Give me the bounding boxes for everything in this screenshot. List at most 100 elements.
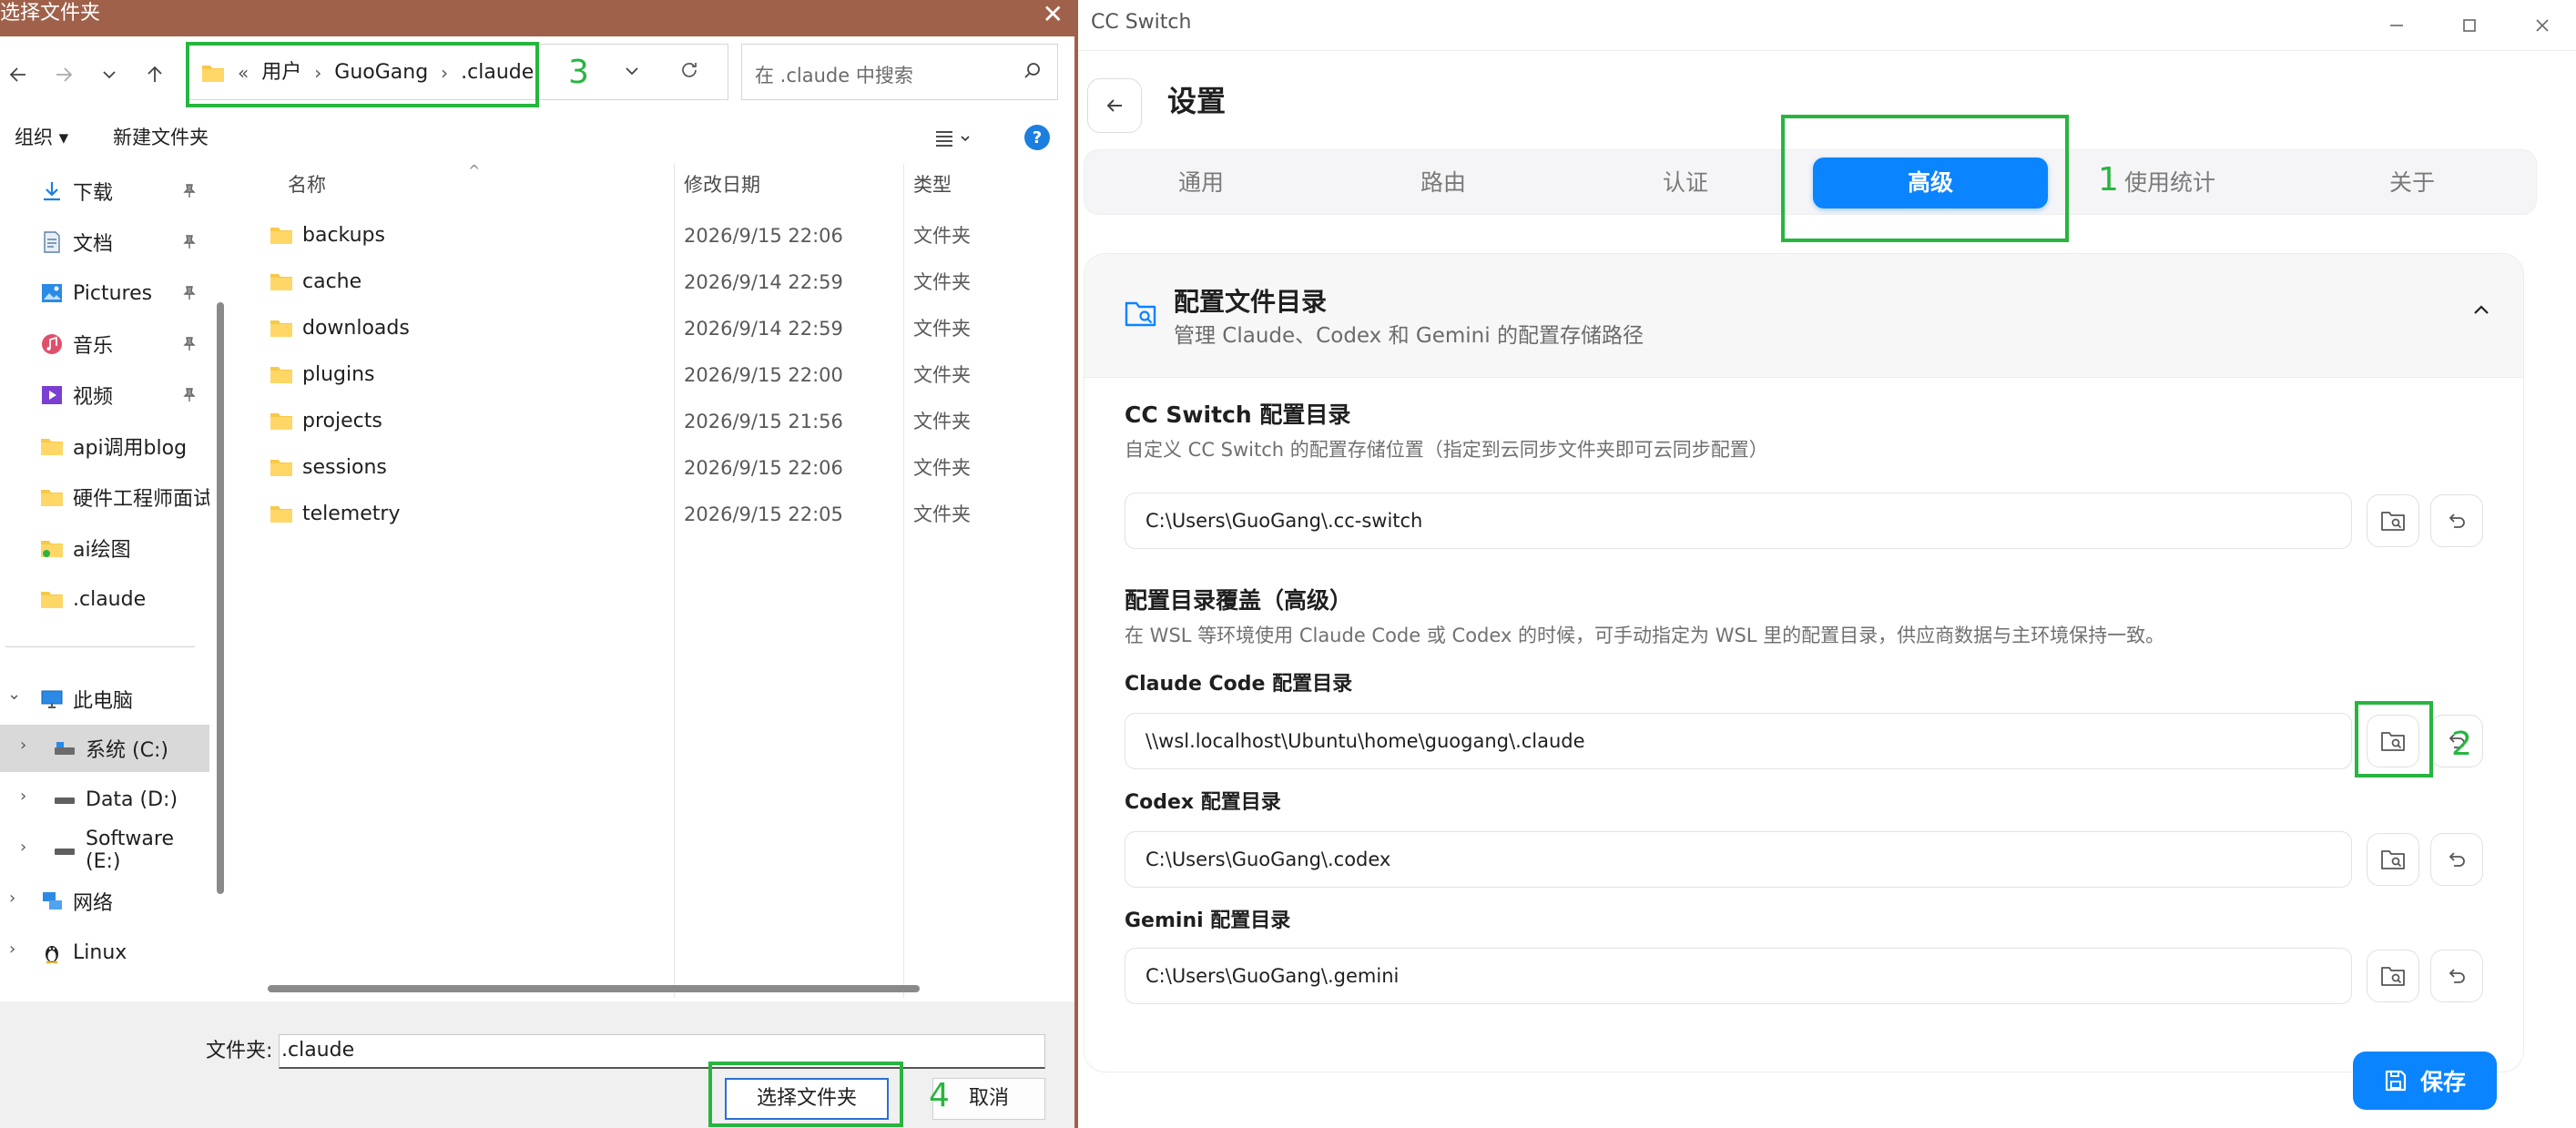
override-description: 在 WSL 等环境使用 Claude Code 或 Codex 的时候，可手动指… [1125,625,2165,646]
pin-icon[interactable] [182,337,197,351]
pin-icon[interactable] [182,286,197,300]
cc-dir-description: 自定义 CC Switch 的配置存储位置（指定到云同步文件夹即可云同步配置） [1125,439,1768,461]
chevron-right-icon[interactable]: › [20,838,26,857]
file-name: downloads [302,317,410,340]
file-name: plugins [302,363,375,386]
tab-auth[interactable]: 认证 [1569,158,1802,208]
folder-picker-dialog: 选择文件夹 ✕ « 用户 › GuoGang › .claude 在 .clau… [0,0,1078,1128]
chevron-right-icon[interactable]: › [9,889,15,908]
tab-general[interactable]: 通用 [1084,158,1318,208]
file-row[interactable]: plugins 2026/9/15 22:00 文件夹 [237,352,1074,399]
folder-icon [41,490,63,506]
view-list-icon[interactable] [934,129,971,147]
new-folder-button[interactable]: 新建文件夹 [113,124,209,151]
chevron-right-icon[interactable]: › [9,940,15,959]
minimize-icon[interactable] [2384,13,2409,38]
config-dir-card-header[interactable]: 配置文件目录 管理 Claude、Codex 和 Gemini 的配置存储路径 [1084,254,2523,378]
maximize-icon[interactable] [2457,13,2482,38]
reset-button[interactable] [2430,833,2483,886]
tree-drive-c[interactable]: › 系统 (C:) [0,725,209,772]
tree-linux[interactable]: › Linux [0,929,209,976]
pin-icon[interactable] [182,235,197,249]
file-row[interactable]: projects 2026/9/15 21:56 文件夹 [237,399,1074,445]
quick-access-claude[interactable]: .claude [0,575,209,623]
quick-access-documents[interactable]: 文档 [0,218,209,266]
column-name[interactable]: 名称 [288,164,326,206]
drive-icon [55,798,75,804]
quick-access-hw-interview[interactable]: 硬件工程师面试 [0,473,209,521]
organize-menu[interactable]: 组织 ▾ [15,124,68,151]
folder-icon [270,367,292,383]
column-type[interactable]: 类型 [913,164,952,206]
drive-icon [55,849,75,855]
quick-access-ai-drawing[interactable]: ai绘图 [0,524,209,572]
browse-folder-button[interactable] [2367,950,2419,1002]
back-button[interactable] [1087,78,1142,133]
tree-network[interactable]: › 网络 [0,878,209,925]
quick-access-pictures[interactable]: Pictures [0,269,209,317]
quick-access-api-blog[interactable]: api调用blog [0,422,209,470]
file-date: 2026/9/15 22:06 [684,457,843,479]
file-type: 文件夹 [913,411,971,432]
column-date[interactable]: 修改日期 [684,164,760,206]
up-arrow-icon[interactable] [138,58,171,91]
recent-chevron-down-icon[interactable] [93,58,126,91]
help-icon[interactable]: ? [1023,124,1051,151]
folder-icon [41,592,63,608]
quick-access-downloads[interactable]: 下载 [0,168,209,215]
pin-icon[interactable] [182,388,197,402]
save-button[interactable]: 保存 [2353,1052,2497,1110]
tree-drive-e[interactable]: › Software (E:) [0,827,209,874]
pictures-icon [42,284,62,302]
tab-routing[interactable]: 路由 [1327,158,1560,208]
navigation-pane: 下载 文档 Pictures 音乐 视频 api调用blog 硬件工程师面试 a… [0,164,209,1001]
gemini-dir-input[interactable]: C:\Users\GuoGang\.gemini [1125,948,2352,1004]
file-list-scrollbar[interactable] [268,985,920,992]
back-arrow-icon[interactable] [2,58,35,91]
chevron-right-icon[interactable]: › [20,787,26,806]
file-date: 2026/9/15 22:06 [684,225,843,247]
annotation-box-select-folder [708,1062,903,1127]
folder-icon [41,439,63,455]
file-name: projects [302,410,382,432]
quick-access-music[interactable]: 音乐 [0,320,209,368]
tree-drive-d[interactable]: › Data (D:) [0,776,209,823]
chevron-right-icon[interactable]: › [20,736,26,755]
search-placeholder: 在 .claude 中搜索 [755,65,913,86]
address-dropdown-icon[interactable] [624,63,640,79]
folder-name-input[interactable]: .claude [279,1034,1045,1069]
cc-dir-input[interactable]: C:\Users\GuoGang\.cc-switch [1125,493,2352,549]
browse-folder-button[interactable] [2367,494,2419,547]
file-row[interactable]: cache 2026/9/14 22:59 文件夹 [237,259,1074,306]
nav-scrollbar[interactable] [217,302,224,894]
tree-this-pc[interactable]: 此电脑 [0,676,209,723]
file-row[interactable]: backups 2026/9/15 22:06 文件夹 [237,213,1074,259]
quick-access-videos[interactable]: 视频 [0,371,209,419]
document-icon [44,231,60,253]
reset-button[interactable] [2430,950,2483,1002]
claude-dir-input[interactable]: \\wsl.localhost\Ubuntu\home\guogang\.cla… [1125,713,2352,769]
undo-icon [2449,513,2465,528]
back-arrow-icon [1106,99,1122,112]
forward-arrow-icon[interactable] [47,58,80,91]
file-row[interactable]: downloads 2026/9/14 22:59 文件夹 [237,306,1074,352]
close-icon[interactable] [2530,13,2555,38]
file-row[interactable]: telemetry 2026/9/15 22:05 文件夹 [237,492,1074,538]
browse-folder-button[interactable] [2367,833,2419,886]
folder-icon [270,460,292,476]
tab-about[interactable]: 关于 [2296,158,2529,208]
music-icon [42,334,62,354]
file-type: 文件夹 [913,225,971,247]
refresh-icon[interactable] [678,59,700,81]
tab-usage-stats[interactable]: 使用统计 [2053,158,2286,208]
reset-button[interactable] [2430,494,2483,547]
codex-dir-input[interactable]: C:\Users\GuoGang\.codex [1125,831,2352,888]
close-icon[interactable]: ✕ [1043,2,1064,27]
pin-icon[interactable] [182,184,197,198]
chevron-up-icon[interactable] [2470,300,2492,321]
card-description: 管理 Claude、Codex 和 Gemini 的配置存储路径 [1174,324,1644,348]
search-input[interactable]: 在 .claude 中搜索 [741,44,1058,100]
file-row[interactable]: sessions 2026/9/15 22:06 文件夹 [237,445,1074,492]
gemini-dir-label: Gemini 配置目录 [1125,910,1291,932]
undo-icon [2449,852,2465,867]
